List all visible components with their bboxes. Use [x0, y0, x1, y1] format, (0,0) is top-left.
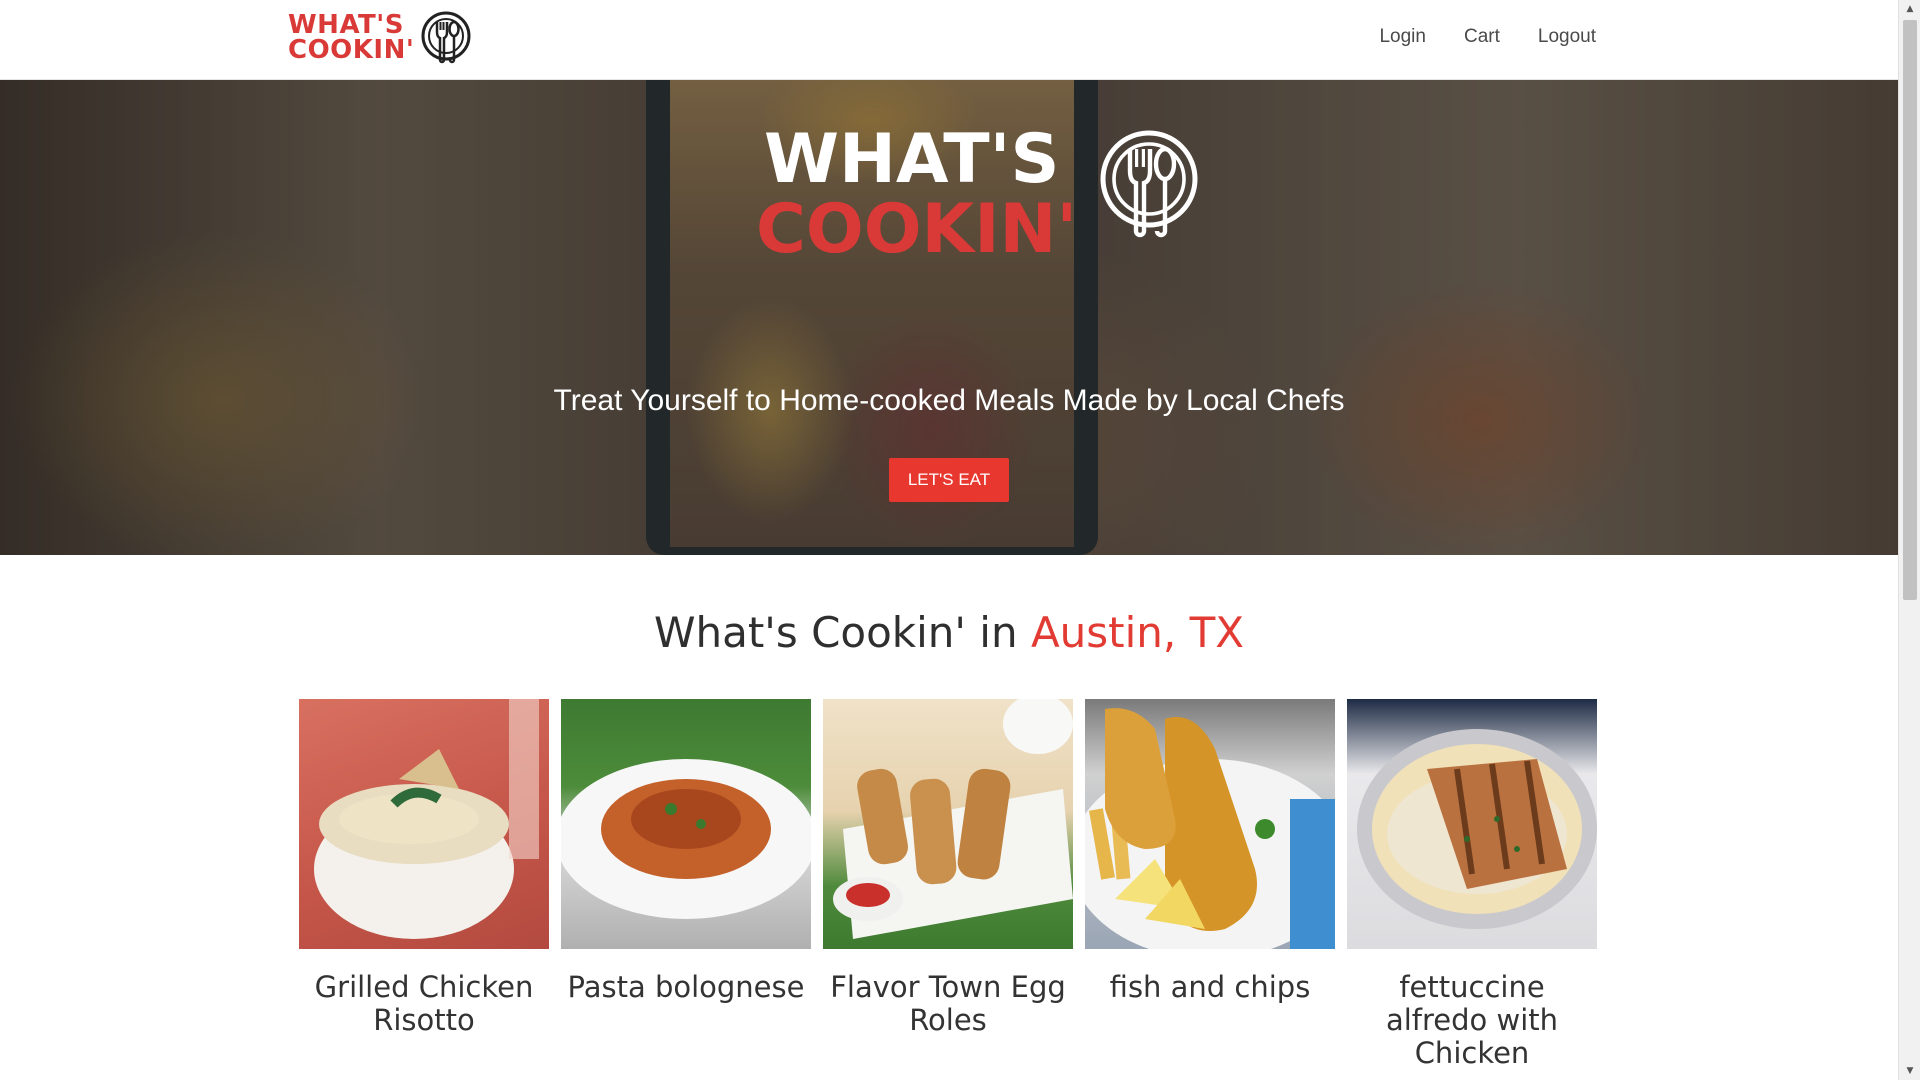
lets-eat-button[interactable]: LET'S EAT — [889, 458, 1009, 502]
scroll-down-arrow-icon[interactable]: ▼ — [1899, 1062, 1920, 1080]
pasta-plate-illustration — [561, 759, 811, 919]
hero-logo: WHAT'S COOKIN' — [756, 125, 1201, 265]
meal-image[interactable] — [299, 699, 549, 949]
nav-login-link[interactable]: Login — [1379, 26, 1426, 48]
egg-rolls-illustration — [833, 699, 1073, 939]
brand-name-line2: COOKIN' — [288, 35, 415, 65]
meal-name[interactable]: Flavor Town Egg Roles — [823, 971, 1073, 1037]
meal-card[interactable]: Flavor Town Egg Roles — [823, 699, 1073, 1070]
hero-wordmark: WHAT'S COOKIN' — [756, 125, 1077, 265]
fork-spoon-plate-icon — [1100, 130, 1198, 238]
page: WHAT'S COOKIN' Login Cart Logout WHAT'S … — [0, 0, 1920, 1080]
meal-name[interactable]: Grilled Chicken Risotto — [299, 971, 549, 1037]
hero-logo-line1: WHAT'S — [764, 120, 1060, 199]
meal-name[interactable]: fish and chips — [1085, 971, 1335, 1004]
meal-image[interactable] — [1085, 699, 1335, 949]
risotto-bowl-illustration — [314, 699, 539, 939]
hero-tagline: Treat Yourself to Home-cooked Meals Made… — [553, 384, 1345, 417]
scrollbar-thumb[interactable] — [1903, 20, 1917, 600]
meal-card[interactable]: fish and chips — [1085, 699, 1335, 1070]
meal-image[interactable] — [561, 699, 811, 949]
brand-logo[interactable]: WHAT'S COOKIN' — [288, 8, 472, 68]
section-title-prefix: What's Cookin' in — [653, 608, 1031, 657]
meal-name[interactable]: Pasta bolognese — [561, 971, 811, 1004]
fettuccine-plate-illustration — [1357, 729, 1597, 929]
nav-logout-link[interactable]: Logout — [1538, 26, 1596, 48]
hero-logo-line2: COOKIN' — [756, 190, 1078, 269]
meal-image[interactable] — [1347, 699, 1597, 949]
fork-spoon-plate-icon — [421, 11, 471, 64]
meal-name[interactable]: fettuccine alfredo with Chicken — [1347, 971, 1597, 1070]
fish-and-chips-illustration — [1085, 708, 1335, 949]
meal-image[interactable] — [823, 699, 1073, 949]
meal-card[interactable]: Pasta bolognese — [561, 699, 811, 1070]
meal-card[interactable]: Grilled Chicken Risotto — [299, 699, 549, 1070]
section-title-city[interactable]: Austin, TX — [1031, 608, 1244, 657]
nav-cart-link[interactable]: Cart — [1464, 26, 1500, 48]
page-scrollbar[interactable]: ▲ ▼ — [1898, 0, 1920, 1080]
section-title: What's Cookin' in Austin, TX — [0, 608, 1898, 657]
meal-card-grid: Grilled Chicken Risotto Pasta bolognese — [299, 699, 1601, 1070]
navbar: WHAT'S COOKIN' Login Cart Logout — [0, 0, 1898, 80]
brand-wordmark: WHAT'S COOKIN' — [288, 12, 415, 65]
nav-links: Login Cart Logout — [1379, 26, 1596, 48]
meal-card[interactable]: fettuccine alfredo with Chicken — [1347, 699, 1597, 1070]
hero-banner: WHAT'S COOKIN' Treat Yourself to Home-co… — [0, 80, 1898, 555]
scroll-up-arrow-icon[interactable]: ▲ — [1899, 0, 1920, 18]
